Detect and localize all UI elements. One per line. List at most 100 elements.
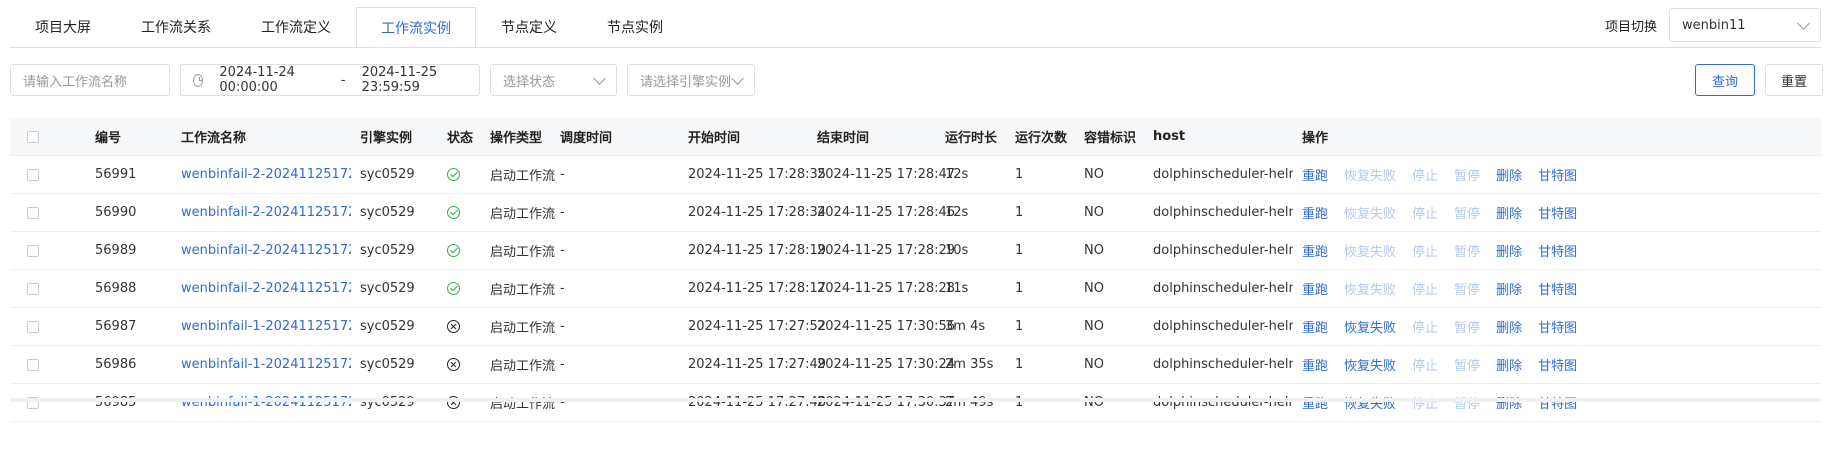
action-gantt[interactable]: 甘特图 xyxy=(1538,241,1577,260)
row-checkbox[interactable] xyxy=(27,346,39,383)
action-delete[interactable]: 删除 xyxy=(1496,355,1522,374)
tab-divider xyxy=(10,47,1821,48)
action-rerun[interactable]: 重跑 xyxy=(1302,203,1328,222)
cell-schedule: - xyxy=(560,319,565,334)
action-recover[interactable]: 恢复失败 xyxy=(1344,165,1396,184)
workflow-name-link[interactable]: wenbinfail-2-20241125172817... xyxy=(181,270,351,307)
cell-fault: NO xyxy=(1084,357,1104,372)
action-gantt[interactable]: 甘特图 xyxy=(1538,279,1577,298)
action-gantt[interactable]: 甘特图 xyxy=(1538,317,1577,336)
engine-placeholder: 请选择引擎实例 xyxy=(640,74,732,90)
row-checkbox[interactable] xyxy=(27,232,39,269)
action-pause[interactable]: 暂停 xyxy=(1454,317,1480,336)
action-gantt[interactable]: 甘特图 xyxy=(1538,393,1577,412)
action-stop[interactable]: 停止 xyxy=(1412,279,1438,298)
checkbox[interactable] xyxy=(27,130,39,143)
row-checkbox[interactable] xyxy=(27,308,39,345)
row-checkbox[interactable] xyxy=(27,270,39,307)
action-delete[interactable]: 删除 xyxy=(1496,165,1522,184)
action-delete[interactable]: 删除 xyxy=(1496,241,1522,260)
check-circle-icon xyxy=(447,244,460,257)
action-delete[interactable]: 删除 xyxy=(1496,203,1522,222)
checkbox[interactable] xyxy=(27,320,39,333)
workflow-name-link[interactable]: wenbinfail-2-20241125172818... xyxy=(181,232,351,269)
action-recover[interactable]: 恢复失败 xyxy=(1344,393,1396,412)
row-actions: 重跑 恢复失败 停止 暂停 删除 甘特图 xyxy=(1302,232,1593,269)
cell-id: 56989 xyxy=(95,243,137,258)
cell-count: 1 xyxy=(1015,243,1024,258)
reset-button[interactable]: 重置 xyxy=(1765,64,1823,96)
action-stop[interactable]: 停止 xyxy=(1412,393,1438,412)
checkbox[interactable] xyxy=(27,168,39,181)
chevron-down-icon xyxy=(1797,16,1810,30)
workflow-instance-table: 编号 工作流名称 引擎实例 状态 操作类型 调度时间 开始时间 结束时间 运行时… xyxy=(10,118,1821,422)
cell-id: 56986 xyxy=(95,357,137,372)
action-gantt[interactable]: 甘特图 xyxy=(1538,355,1577,374)
action-pause[interactable]: 暂停 xyxy=(1454,355,1480,374)
tab-workflow-relations[interactable]: 工作流关系 xyxy=(116,7,236,47)
row-checkbox[interactable] xyxy=(27,156,39,193)
project-select[interactable]: wenbin11 xyxy=(1669,8,1821,42)
action-pause[interactable]: 暂停 xyxy=(1454,203,1480,222)
action-rerun[interactable]: 重跑 xyxy=(1302,165,1328,184)
cell-id: 56988 xyxy=(95,281,137,296)
date-range-picker[interactable]: 2024-11-24 00:00:00 - 2024-11-25 23:59:5… xyxy=(180,64,480,96)
horizontal-scrollbar[interactable] xyxy=(10,398,1821,402)
table-row: 56987 wenbinfail-1-20241125172752... syc05… xyxy=(10,308,1821,346)
tab-project-dashboard[interactable]: 项目大屏 xyxy=(10,7,116,47)
action-gantt[interactable]: 甘特图 xyxy=(1538,203,1577,222)
action-stop[interactable]: 停止 xyxy=(1412,317,1438,336)
action-pause[interactable]: 暂停 xyxy=(1454,279,1480,298)
action-recover[interactable]: 恢复失败 xyxy=(1344,279,1396,298)
cell-count: 1 xyxy=(1015,167,1024,182)
action-pause[interactable]: 暂停 xyxy=(1454,165,1480,184)
action-delete[interactable]: 删除 xyxy=(1496,317,1522,336)
action-recover[interactable]: 恢复失败 xyxy=(1344,355,1396,374)
action-stop[interactable]: 停止 xyxy=(1412,203,1438,222)
action-delete[interactable]: 删除 xyxy=(1496,279,1522,298)
row-checkbox[interactable] xyxy=(27,384,39,421)
action-stop[interactable]: 停止 xyxy=(1412,355,1438,374)
action-pause[interactable]: 暂停 xyxy=(1454,393,1480,412)
action-rerun[interactable]: 重跑 xyxy=(1302,317,1328,336)
action-rerun[interactable]: 重跑 xyxy=(1302,393,1328,412)
tab-workflow-definition[interactable]: 工作流定义 xyxy=(236,7,356,47)
query-button[interactable]: 查询 xyxy=(1695,64,1755,96)
action-recover[interactable]: 恢复失败 xyxy=(1344,203,1396,222)
action-rerun[interactable]: 重跑 xyxy=(1302,355,1328,374)
col-fault: 容错标识 xyxy=(1084,131,1137,146)
row-checkbox[interactable] xyxy=(27,194,39,231)
table-row: 56990 wenbinfail-2-20241125172834... syc05… xyxy=(10,194,1821,232)
workflow-name-link[interactable]: wenbinfail-1-20241125172752... xyxy=(181,308,351,345)
action-recover[interactable]: 恢复失败 xyxy=(1344,241,1396,260)
action-stop[interactable]: 停止 xyxy=(1412,165,1438,184)
col-host: host xyxy=(1153,129,1186,144)
engine-select[interactable]: 请选择引擎实例 xyxy=(627,64,755,96)
action-recover[interactable]: 恢复失败 xyxy=(1344,317,1396,336)
select-all-checkbox[interactable] xyxy=(27,118,39,155)
tab-node-definition[interactable]: 节点定义 xyxy=(476,7,582,47)
tab-node-instance[interactable]: 节点实例 xyxy=(582,7,688,47)
cell-duration: 12s xyxy=(945,205,969,220)
cell-start: 2024-11-25 17:28:35 xyxy=(688,167,827,182)
workflow-name-link[interactable]: wenbinfail-1-20241125172749... xyxy=(181,346,351,383)
checkbox[interactable] xyxy=(27,358,39,371)
action-rerun[interactable]: 重跑 xyxy=(1302,241,1328,260)
cell-fault: NO xyxy=(1084,319,1104,334)
action-pause[interactable]: 暂停 xyxy=(1454,241,1480,260)
action-rerun[interactable]: 重跑 xyxy=(1302,279,1328,298)
status-select[interactable]: 选择状态 xyxy=(490,64,617,96)
checkbox[interactable] xyxy=(27,206,39,219)
tab-workflow-instance[interactable]: 工作流实例 xyxy=(356,7,476,48)
workflow-name-link[interactable]: wenbinfail-1-20241125172748... xyxy=(181,384,351,421)
col-id: 编号 xyxy=(95,131,122,146)
action-stop[interactable]: 停止 xyxy=(1412,241,1438,260)
workflow-name-input[interactable]: 请输入工作流名称 xyxy=(10,64,170,96)
checkbox[interactable] xyxy=(27,244,39,257)
workflow-name-link[interactable]: wenbinfail-2-20241125172835... xyxy=(181,156,351,193)
action-gantt[interactable]: 甘特图 xyxy=(1538,165,1577,184)
workflow-name-link[interactable]: wenbinfail-2-20241125172834... xyxy=(181,194,351,231)
row-actions: 重跑 恢复失败 停止 暂停 删除 甘特图 xyxy=(1302,270,1593,307)
checkbox[interactable] xyxy=(27,282,39,295)
action-delete[interactable]: 删除 xyxy=(1496,393,1522,412)
